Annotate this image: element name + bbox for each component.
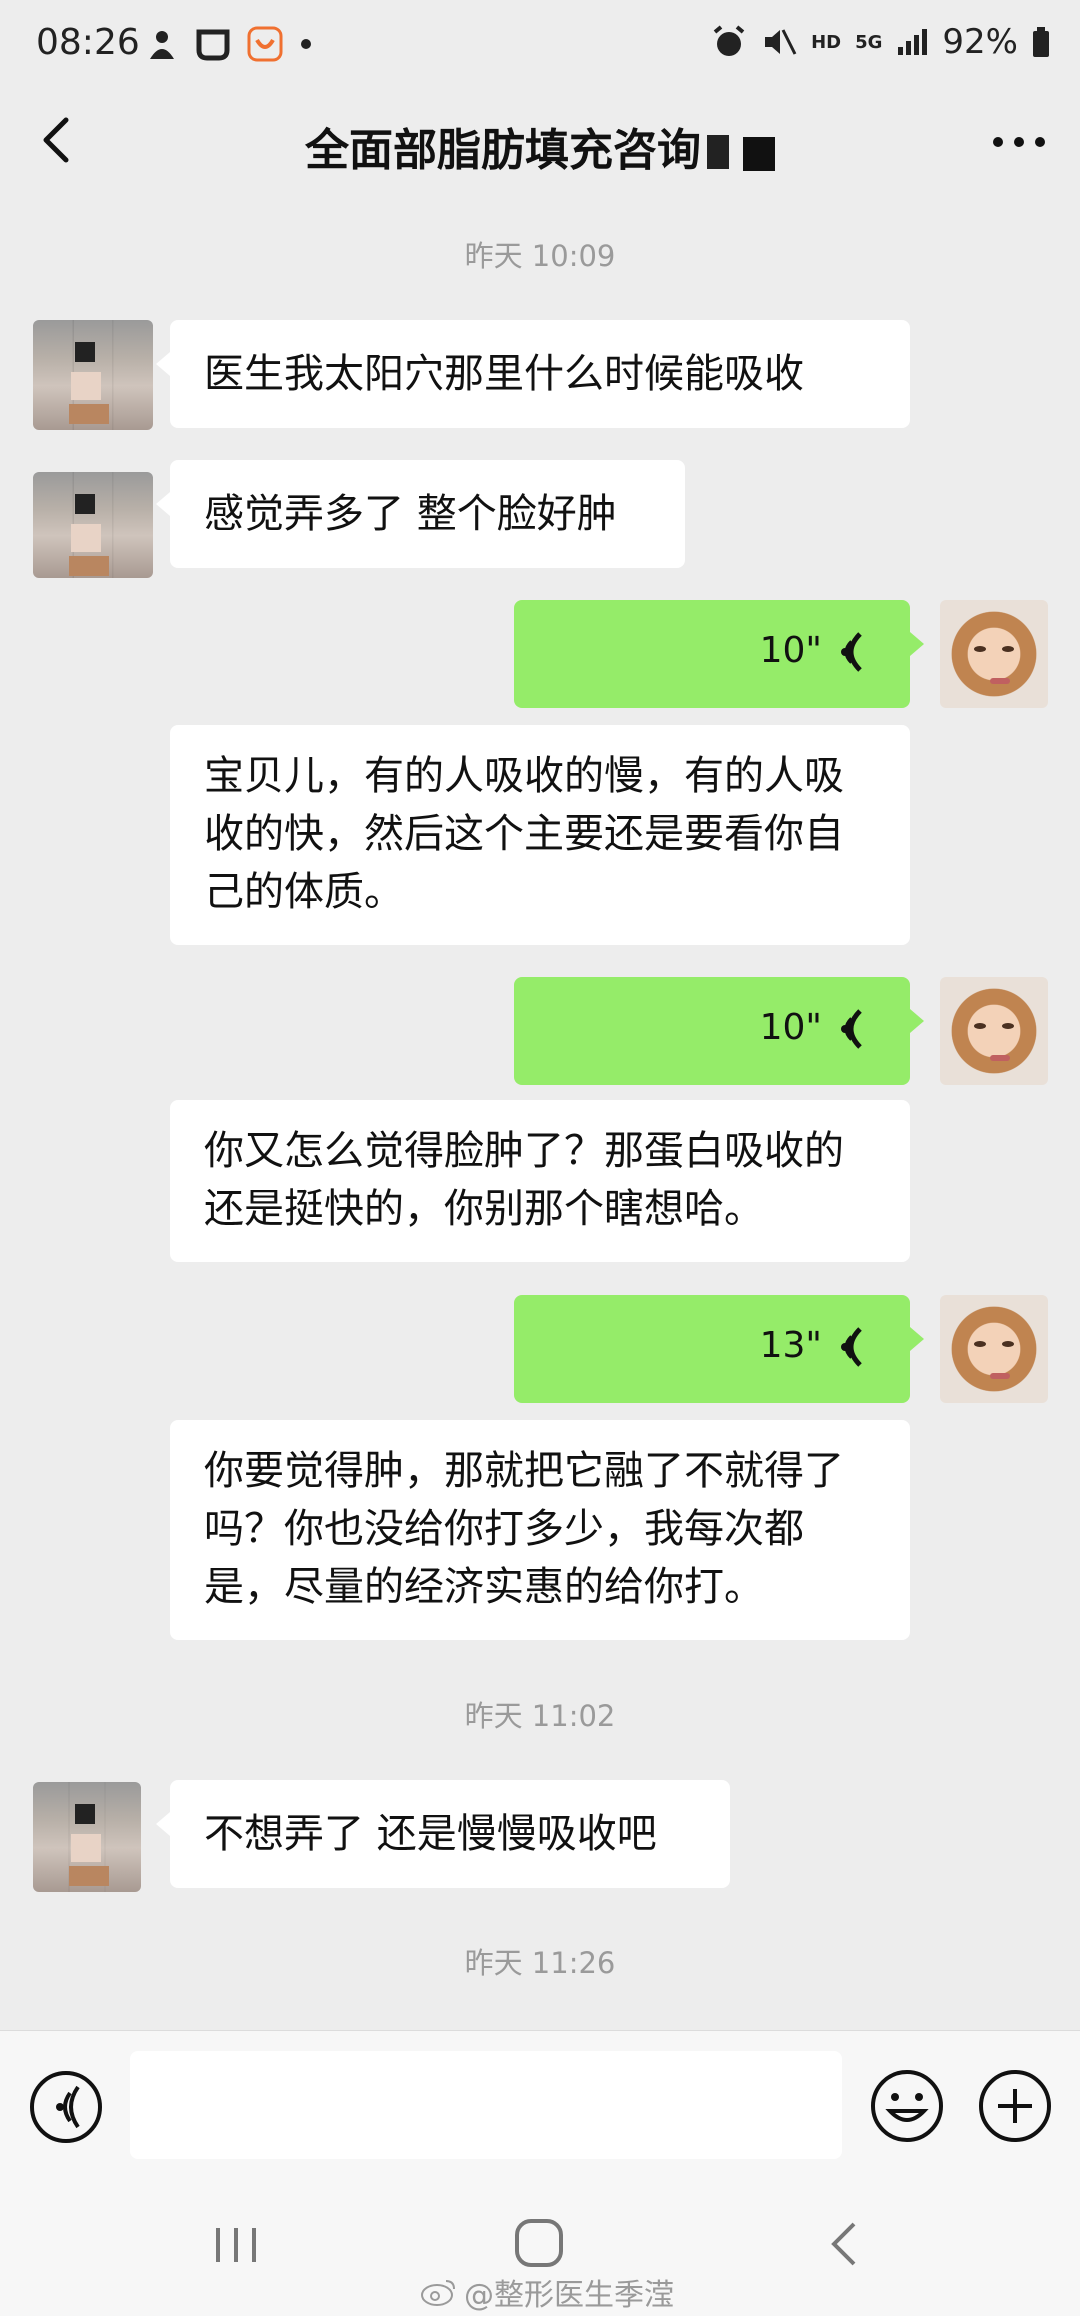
chat-title: 全面部脂肪填充咨询	[305, 125, 701, 176]
orange-app-icon	[247, 26, 283, 62]
voice-input-icon[interactable]	[28, 2069, 104, 2145]
alarm-icon	[713, 25, 745, 56]
watermark: @整形医生季滢	[420, 2270, 674, 2314]
voice-wave-icon	[841, 632, 862, 672]
plus-icon[interactable]	[976, 2067, 1054, 2145]
chat-timestamp: 昨天 11:02	[464, 1699, 616, 1733]
message-bubble[interactable]: 感觉弄多了 整个脸好肿	[156, 460, 685, 568]
dot-icon	[301, 39, 311, 49]
message-app-icon	[196, 29, 230, 61]
voice-duration: 13"	[759, 1325, 822, 1366]
chat-title-wrapper: 全面部脂肪填充咨询	[0, 114, 1080, 178]
contact-avatar[interactable]	[33, 1782, 141, 1892]
message-bubble[interactable]: 不想弄了 还是慢慢吸收吧	[156, 1780, 730, 1888]
weibo-logo-icon	[421, 2280, 455, 2306]
my-avatar[interactable]	[940, 1295, 1048, 1403]
app-notification-icon	[150, 31, 174, 59]
recent-apps-icon[interactable]	[210, 2220, 262, 2270]
watermark-text: @整形医生季滢	[464, 2278, 674, 2313]
status-bar: 08:26 HD 5G 92%	[0, 0, 1080, 90]
message-input[interactable]	[130, 2051, 842, 2159]
contact-avatar[interactable]	[33, 320, 153, 430]
chat-header: 全面部脂肪填充咨询	[0, 90, 1080, 195]
chat-timestamp: 昨天 11:26	[464, 1946, 616, 1980]
voice-wave-icon	[841, 1009, 862, 1049]
mute-icon	[765, 29, 797, 55]
message-bubble[interactable]: 宝贝儿，有的人吸收的慢，有的人吸收的快，然后这个主要还是要看你自己的体质。	[170, 725, 910, 945]
chat-timestamp: 昨天 10:09	[464, 239, 616, 273]
5g-indicator: 5G	[855, 31, 883, 53]
voice-wave-icon	[841, 1327, 862, 1367]
more-options-icon[interactable]	[986, 112, 1052, 172]
battery-percent: 92%	[942, 22, 1018, 62]
my-avatar[interactable]	[940, 600, 1048, 708]
status-left-icons	[145, 26, 313, 62]
message-bubble[interactable]: 你又怎么觉得脸肿了？那蛋白吸收的还是挺快的，你别那个瞎想哈。	[170, 1100, 910, 1262]
redaction-block	[743, 137, 775, 171]
voice-duration: 10"	[759, 1007, 822, 1048]
message-bubble[interactable]: 医生我太阳穴那里什么时候能吸收	[156, 320, 910, 428]
my-avatar[interactable]	[940, 977, 1048, 1085]
home-icon[interactable]	[512, 2216, 566, 2270]
voice-message[interactable]: 13"	[514, 1295, 924, 1403]
input-bar	[0, 2030, 1080, 2191]
hd-indicator: HD	[811, 31, 842, 53]
voice-duration: 10"	[759, 630, 822, 671]
message-bubble[interactable]: 你要觉得肿，那就把它融了不就得了吗？你也没给你打多少，我每次都是，尽量的经济实惠…	[170, 1420, 910, 1640]
voice-message[interactable]: 10"	[514, 977, 924, 1085]
status-right-icons: HD 5G 92%	[711, 22, 1050, 62]
signal-icon	[898, 29, 928, 55]
system-back-icon[interactable]	[820, 2216, 870, 2272]
redaction-block	[707, 135, 729, 169]
voice-message[interactable]: 10"	[514, 600, 924, 708]
battery-icon	[1033, 27, 1049, 57]
status-time: 08:26	[36, 22, 140, 63]
contact-avatar[interactable]	[33, 472, 153, 578]
emoji-icon[interactable]	[868, 2067, 946, 2145]
